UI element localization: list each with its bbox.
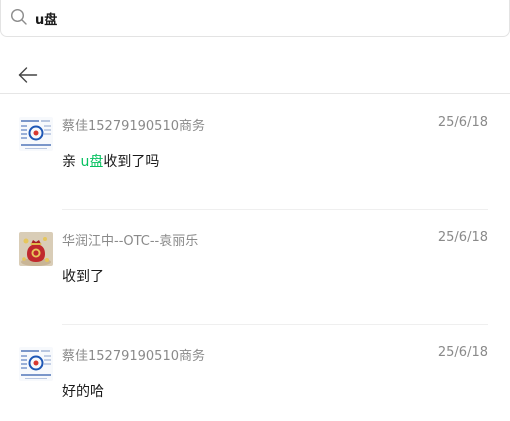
message-text-after: 收到了吗 xyxy=(103,154,160,170)
sender-name: 蔡佳15279190510商务 xyxy=(62,349,205,364)
message-date: 25/6/18 xyxy=(437,230,488,245)
message-text: 亲 u盘收到了吗 xyxy=(62,151,159,171)
message-text-before: 亲 xyxy=(62,154,81,170)
message-date: 25/6/18 xyxy=(437,345,488,360)
message-text-before: 好的哈 xyxy=(62,384,104,400)
search-results-list: 蔡佳15279190510商务 25/6/18 亲 u盘收到了吗 华润江中--O… xyxy=(0,95,510,421)
message-date: 25/6/18 xyxy=(437,115,488,130)
sender-name: 华润江中--OTC--袁丽乐 xyxy=(62,234,199,249)
results-header xyxy=(0,37,510,94)
message-text: 好的哈 xyxy=(62,381,104,401)
business-card-avatar[interactable] xyxy=(19,347,53,381)
sender-name: 蔡佳15279190510商务 xyxy=(62,119,205,134)
back-button[interactable] xyxy=(12,61,44,89)
keyword-highlight: u盘 xyxy=(80,154,104,170)
business-card-avatar[interactable] xyxy=(19,117,53,151)
search-result-item[interactable]: 蔡佳15279190510商务 25/6/18 亲 u盘收到了吗 xyxy=(0,95,510,210)
search-icon[interactable] xyxy=(10,8,28,26)
search-result-item[interactable]: 蔡佳15279190510商务 25/6/18 好的哈 xyxy=(0,325,510,421)
message-text-before: 收到了 xyxy=(62,269,104,285)
chat-search-window: 蔡佳15279190510商务 25/6/18 亲 u盘收到了吗 xyxy=(0,0,510,421)
back-arrow-icon xyxy=(18,67,38,83)
search-bar xyxy=(0,0,510,37)
red-fortune-bag-avatar[interactable] xyxy=(19,232,53,266)
search-input[interactable] xyxy=(35,7,495,29)
message-text: 收到了 xyxy=(62,266,104,286)
search-result-item[interactable]: 华润江中--OTC--袁丽乐 25/6/18 收到了 xyxy=(0,210,510,325)
